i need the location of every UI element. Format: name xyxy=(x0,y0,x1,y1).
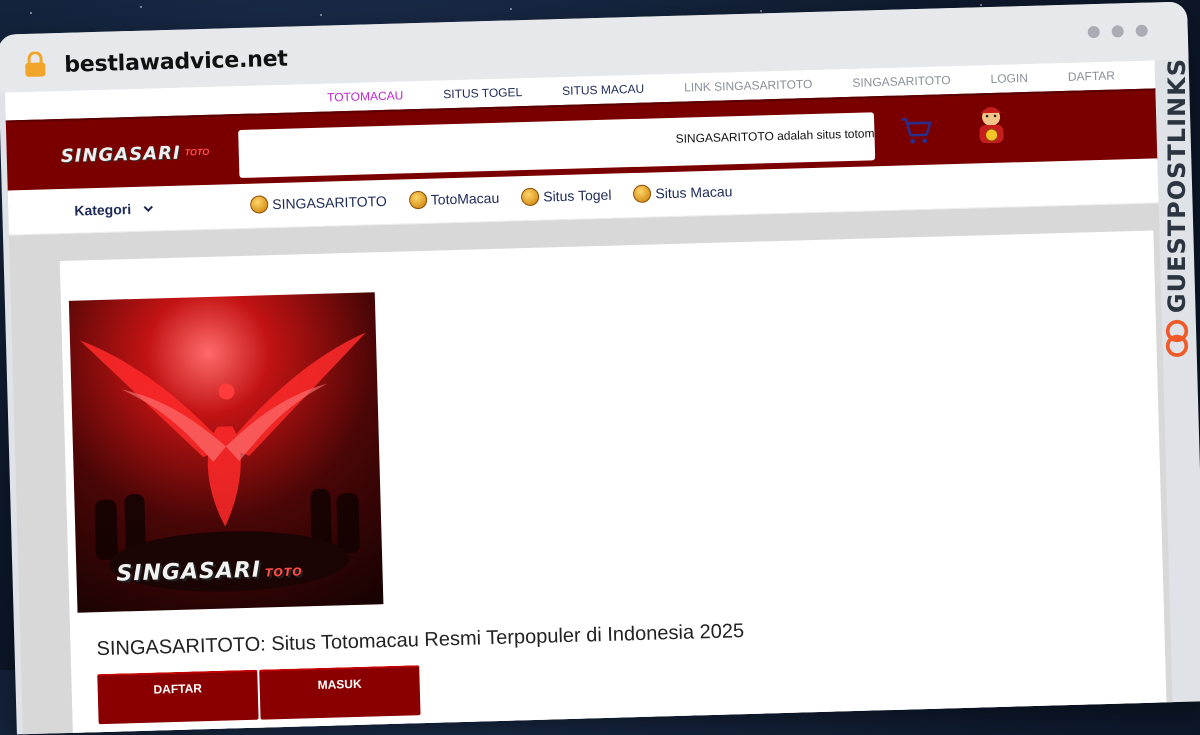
hero-logo: SINGASARI TOTO xyxy=(116,556,303,587)
search-text: SINGASARITOTO adalah situs totom xyxy=(675,126,875,146)
hero-logo-sub: TOTO xyxy=(264,565,303,580)
window-controls xyxy=(1087,24,1148,39)
category-link-totomacau[interactable]: TotoMacau xyxy=(408,189,500,210)
watermark-text: GUESTPOSTLINKS xyxy=(1163,58,1191,314)
site-logo[interactable]: SINGASARI TOTO xyxy=(60,137,211,171)
browser-window: bestlawadvice.net TOTOMACAU SITUS TOGEL … xyxy=(0,1,1200,735)
page-title: SINGASARITOTO: Situs Totomacau Resmi Ter… xyxy=(96,620,745,661)
hero-image[interactable]: SINGASARI TOTO xyxy=(68,292,384,613)
category-link-situs-togel[interactable]: Situs Togel xyxy=(520,186,612,207)
top-nav-link-singasaritoto[interactable]: LINK SINGASARITOTO xyxy=(664,76,833,95)
kategori-label: Kategori xyxy=(74,201,132,219)
cart-icon[interactable] xyxy=(899,115,934,146)
top-nav-singasaritoto[interactable]: SINGASARITOTO xyxy=(832,73,971,91)
category-link-label: TotoMacau xyxy=(430,189,500,208)
window-dot-icon[interactable] xyxy=(1111,25,1124,38)
category-link-situs-macau[interactable]: Situs Macau xyxy=(633,182,733,204)
masuk-button[interactable]: MASUK xyxy=(259,665,421,720)
coin-icon xyxy=(249,195,269,214)
coin-icon xyxy=(633,184,652,204)
window-dot-icon[interactable] xyxy=(1087,25,1100,39)
coin-icon xyxy=(520,187,540,207)
main-content: SINGASARI TOTO SINGASARITOTO: Situs Totom… xyxy=(59,230,1167,735)
chevron-down-icon xyxy=(143,205,153,212)
top-nav-login[interactable]: LOGIN xyxy=(970,70,1048,86)
category-link-label: SINGASARITOTO xyxy=(271,192,388,213)
category-link-label: Situs Togel xyxy=(542,186,612,205)
coin-icon xyxy=(408,190,428,210)
category-link-singasaritoto[interactable]: SINGASARITOTO xyxy=(249,192,388,214)
cta-buttons: DAFTAR MASUK xyxy=(97,665,421,725)
web-page: TOTOMACAU SITUS TOGEL SITUS MACAU LINK S… xyxy=(4,60,1173,735)
logo-sub: TOTO xyxy=(184,146,210,158)
link-icon xyxy=(1165,320,1189,358)
watermark: GUESTPOSTLINKS xyxy=(1160,58,1194,358)
top-nav-situs-togel[interactable]: SITUS TOGEL xyxy=(423,85,542,102)
hero-logo-text: SINGASARI xyxy=(116,557,262,587)
screenshot-scene: bestlawadvice.net TOTOMACAU SITUS TOGEL … xyxy=(0,0,1200,735)
mascot-icon[interactable] xyxy=(972,102,1011,147)
kategori-dropdown[interactable]: Kategori xyxy=(74,200,153,219)
top-nav-situs-macau[interactable]: SITUS MACAU xyxy=(542,81,664,98)
category-links: SINGASARITOTO TotoMacau Situs Togel Situ… xyxy=(249,182,733,214)
window-dot-icon[interactable] xyxy=(1135,24,1148,37)
category-link-label: Situs Macau xyxy=(655,183,733,202)
top-nav-daftar[interactable]: DAFTAR xyxy=(1048,67,1155,84)
top-nav-totomacau[interactable]: TOTOMACAU xyxy=(307,88,424,105)
daftar-button[interactable]: DAFTAR xyxy=(97,669,259,725)
browser-url[interactable]: bestlawadvice.net xyxy=(64,47,288,78)
logo-text: SINGASARI xyxy=(60,142,181,167)
lock-icon xyxy=(25,51,46,77)
